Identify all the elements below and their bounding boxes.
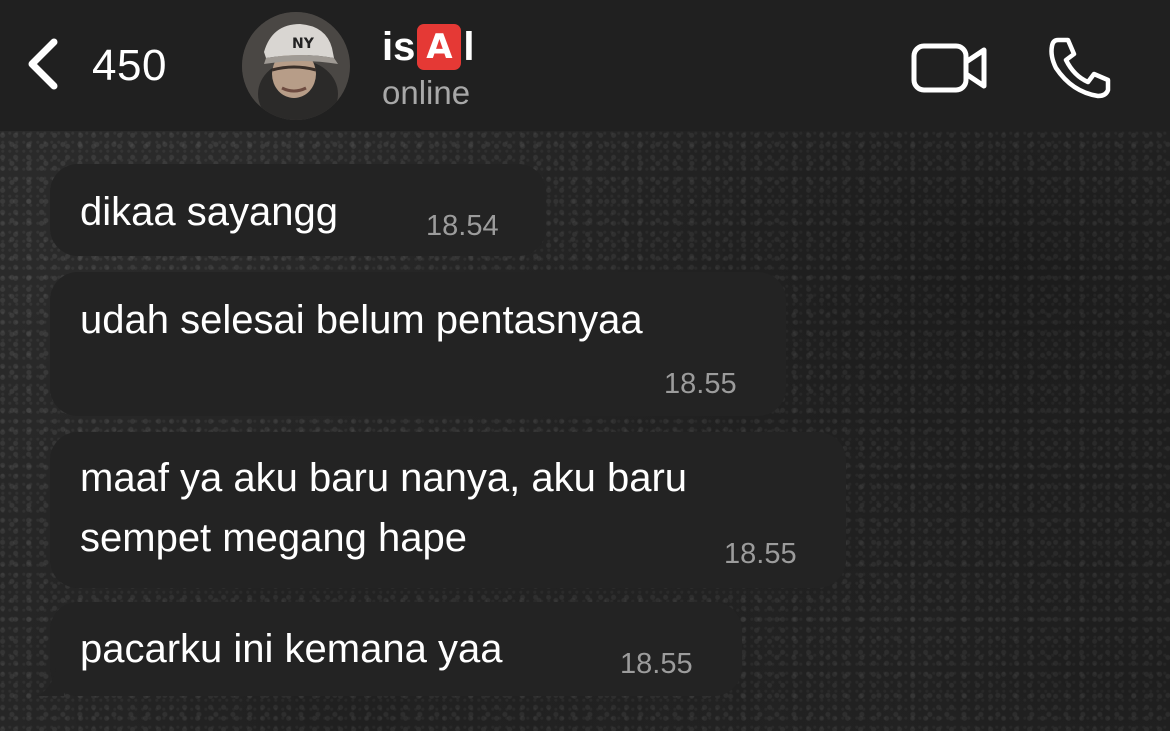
contact-name-suffix: l <box>463 24 475 69</box>
message-bubble[interactable]: udah selesai belum pentasnyaa 18.55 <box>50 272 786 416</box>
message-text: dikaa sayangg <box>80 190 338 234</box>
phone-icon <box>1044 37 1116 104</box>
message-timestamp: 18.55 <box>664 368 737 400</box>
video-call-button[interactable] <box>910 40 990 96</box>
message-timestamp: 18.54 <box>426 210 499 242</box>
message-text: pacarku ini kemana yaa <box>80 627 503 671</box>
svg-text:NY: NY <box>292 36 315 52</box>
video-camera-icon <box>910 43 990 100</box>
avatar[interactable]: NY <box>242 12 350 120</box>
letter-a-badge-icon: A <box>417 24 462 70</box>
voice-call-button[interactable] <box>1044 34 1116 100</box>
chat-header: 450 NY is A l online <box>0 0 1170 131</box>
contact-name[interactable]: is A l <box>382 22 474 72</box>
chevron-left-icon <box>22 34 66 99</box>
message-text: udah selesai belum pentasnyaa <box>80 298 643 342</box>
message-text: maaf ya aku baru nanya, aku baru <box>80 456 688 500</box>
bubble-tail <box>36 668 64 696</box>
message-text: sempet megang hape <box>80 516 467 560</box>
message-bubble[interactable]: maaf ya aku baru nanya, aku baru sempet … <box>50 432 846 588</box>
message-timestamp: 18.55 <box>620 648 693 680</box>
message-bubble[interactable]: dikaa sayangg 18.54 <box>50 164 546 256</box>
contact-status: online <box>382 74 471 111</box>
back-button[interactable]: 450 <box>22 30 202 102</box>
message-bubble[interactable]: pacarku ini kemana yaa 18.55 <box>50 602 742 696</box>
message-timestamp: 18.55 <box>724 538 797 570</box>
unread-count: 450 <box>92 41 167 90</box>
contact-name-prefix: is <box>382 24 416 69</box>
